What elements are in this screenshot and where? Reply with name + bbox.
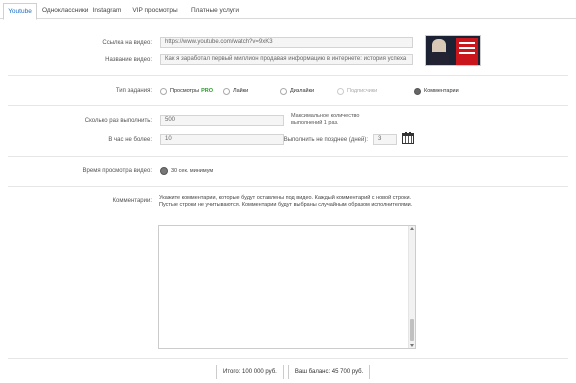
execution-count-input[interactable]: 500 <box>160 115 284 126</box>
divider <box>8 358 568 359</box>
per-hour-input[interactable]: 10 <box>160 134 284 145</box>
execution-hint: Максимальное количество выполнений 1 раз… <box>291 113 360 126</box>
radio-dislikes[interactable]: Дизлайки <box>280 87 314 95</box>
max-days-label: Выполнить не позднее (дней): <box>283 137 368 143</box>
tab-odnoklassniki[interactable]: Одноклассники <box>38 3 88 19</box>
tab-bar: Youtube Одноклассники Instagram VIP прос… <box>0 0 576 20</box>
divider <box>8 105 568 106</box>
timer-icon[interactable] <box>160 167 168 175</box>
calendar-icon[interactable] <box>402 132 414 144</box>
radio-dislikes-circle[interactable] <box>280 87 287 95</box>
radio-likes-label: Лайки <box>233 88 249 94</box>
totals-bar: Итого: 100 000 руб. Ваш баланс: 45 700 р… <box>216 365 371 379</box>
radio-comments-label: Комментарии <box>424 88 459 94</box>
radio-comments-circle[interactable] <box>414 87 421 95</box>
per-hour-label: В час не более: <box>108 137 152 143</box>
view-time-label: Время просмотра видео: <box>82 168 152 174</box>
video-title-label: Название видео: <box>105 57 152 63</box>
radio-subscribers-label: Подписчики <box>347 88 378 94</box>
radio-likes-circle[interactable] <box>223 87 230 95</box>
video-link-label: Ссылка на видео: <box>102 40 152 46</box>
scroll-up-arrow-icon[interactable] <box>410 227 414 230</box>
radio-comments[interactable]: Комментарии <box>414 87 459 95</box>
radio-views[interactable]: Просмотры PRO <box>160 87 213 95</box>
divider <box>8 156 568 157</box>
view-time-value: 30 сек. минимум <box>171 168 214 174</box>
textarea-scrollbar[interactable] <box>408 226 415 348</box>
radio-subscribers-circle[interactable] <box>337 87 344 95</box>
radio-views-label: Просмотры <box>170 88 200 94</box>
radio-subscribers[interactable]: Подписчики <box>337 87 377 95</box>
radio-likes[interactable]: Лайки <box>223 87 248 95</box>
tab-youtube[interactable]: Youtube <box>3 3 37 20</box>
execution-count-label: Сколько раз выполнить: <box>84 118 152 124</box>
video-thumbnail <box>425 35 481 66</box>
scroll-thumb[interactable] <box>410 319 414 341</box>
tab-vip-views[interactable]: VIP просмотры <box>128 3 182 19</box>
scroll-down-arrow-icon[interactable] <box>410 344 414 347</box>
pro-badge: PRO <box>201 88 213 94</box>
comments-hint: Укажите комментарии, которые будут остав… <box>159 195 413 209</box>
radio-views-circle[interactable] <box>160 87 167 95</box>
comments-label: Комментарии: <box>112 198 152 204</box>
comments-textarea[interactable] <box>158 225 416 349</box>
balance: Ваш баланс: 45 700 руб. <box>287 365 371 379</box>
radio-dislikes-label: Дизлайки <box>290 88 315 94</box>
max-days-input[interactable]: 3 <box>373 134 397 145</box>
divider <box>8 75 568 76</box>
total-cost: Итого: 100 000 руб. <box>216 365 284 379</box>
video-link-input[interactable]: https://www.youtube.com/watch?v=9xK3 <box>160 37 413 48</box>
video-title-input[interactable]: Как я заработал первый миллион продавая … <box>160 54 413 65</box>
task-type-label: Тип задания: <box>115 88 152 94</box>
tab-instagram[interactable]: Instagram <box>88 3 126 19</box>
tab-paid-services[interactable]: Платные услуги <box>186 3 244 19</box>
divider <box>8 186 568 187</box>
